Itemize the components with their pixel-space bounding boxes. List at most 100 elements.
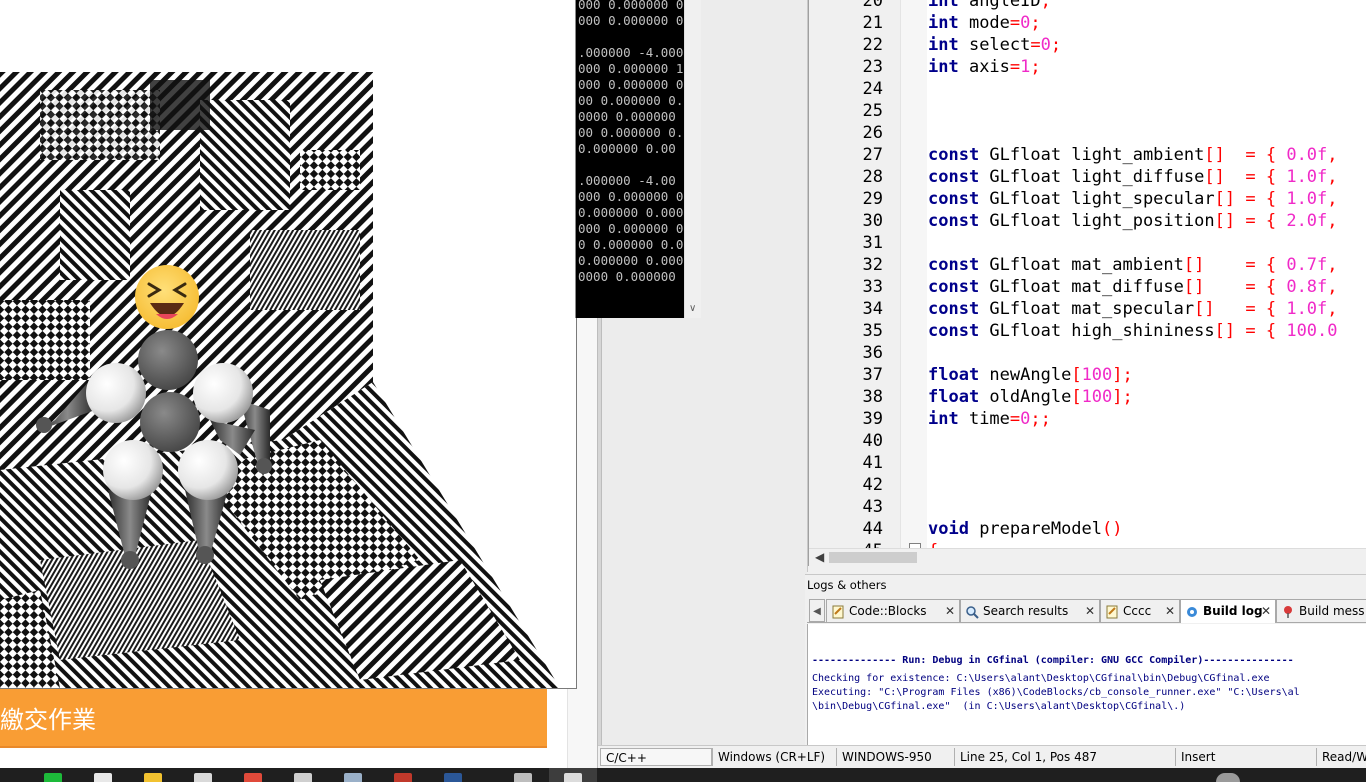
tab-search-results[interactable]: Search results ✕ [960,599,1100,622]
chrome-icon[interactable] [244,773,262,782]
code-token: 0.0f [1286,145,1328,165]
code-token: 100.0 [1286,321,1338,341]
status-line-endings: Windows (CR+LF) [712,748,836,766]
document-icon[interactable] [344,773,362,782]
code-line[interactable]: 27 const GLfloat light_ambient[] = { 0.0f… [809,144,1366,166]
settings-icon[interactable] [294,773,312,782]
word-icon[interactable] [444,773,462,782]
close-icon[interactable]: ✕ [945,600,955,622]
code-text: const GLfloat light_position[] = { 2.0f, [928,210,1338,232]
code-line[interactable]: 20 int angleID; [809,0,1366,12]
tab-build-mess[interactable]: Build mess [1276,599,1366,622]
code-line[interactable]: 34 const GLfloat mat_specular[] = { 1.0f, [809,298,1366,320]
line-number: 44 [862,519,883,539]
code-line[interactable]: 31 [809,232,1366,254]
code-text: const GLfloat mat_ambient[] = { 0.7f, [928,254,1338,276]
submit-homework-banner[interactable]: 繳交作業 [0,688,547,748]
tray-icon[interactable] [1216,773,1240,782]
code-token: 0.8f [1286,277,1328,297]
code-line[interactable]: 38 float oldAngle[100]; [809,386,1366,408]
code-line[interactable]: 41 [809,452,1366,474]
close-icon[interactable]: ✕ [1085,600,1095,622]
tab-label: Cccc [1123,604,1152,618]
app-icon[interactable] [514,773,532,782]
folder-icon[interactable] [144,773,162,782]
code-line[interactable]: 30 const GLfloat light_position[] = { 2.0… [809,210,1366,232]
code-editor[interactable]: 20 int angleID; 21 int mode=0; 22 int select=… [808,0,1366,566]
status-access: Read/Wr [1316,748,1366,766]
code-line[interactable]: 37 float newAngle[100]; [809,364,1366,386]
code-token: int [928,35,959,55]
code-token: { [1265,299,1277,319]
code-token: [] [1214,211,1236,231]
code-line[interactable]: 32 const GLfloat mat_ambient[] = { 0.7f, [809,254,1366,276]
code-text: const GLfloat mat_diffuse[] = { 0.8f, [928,276,1338,298]
ide-splitter[interactable] [798,0,808,572]
explorer-icon[interactable] [94,773,112,782]
code-line[interactable]: 44 void prepareModel() [809,518,1366,540]
code-line[interactable]: 39 int time=0;; [809,408,1366,430]
close-icon[interactable]: ✕ [1165,600,1175,622]
code-line[interactable]: 26 [809,122,1366,144]
code-line[interactable]: 33 const GLfloat mat_diffuse[] = { 0.8f, [809,276,1366,298]
code-line[interactable]: 21 int mode=0; [809,12,1366,34]
code-line[interactable]: 22 int select=0; [809,34,1366,56]
line-number: 32 [862,255,883,275]
console-line: 0000 0.000000 0.00000 [578,109,684,124]
code-line[interactable]: 43 [809,496,1366,518]
tab-scroll-left-icon[interactable]: ◀ [809,599,825,622]
code-line[interactable]: 28 const GLfloat light_diffuse[] = { 1.0f… [809,166,1366,188]
code-token: newAngle [979,365,1072,385]
line-app-icon[interactable] [44,773,62,782]
line-number: 31 [862,233,883,253]
opengl-render-window[interactable] [0,0,577,689]
status-cursor-position: Line 25, Col 1, Pos 487 [954,748,1175,766]
code-token: ]; [1112,387,1133,407]
close-icon[interactable]: ✕ [1261,600,1271,622]
code-token: = [1009,13,1021,33]
tab-cccc[interactable]: Cccc ✕ [1100,599,1180,622]
code-text: const GLfloat light_ambient[] = { 0.0f, [928,144,1338,166]
code-token: = [1030,35,1041,55]
scroll-down-icon[interactable]: ∨ [689,303,696,314]
code-token: GLfloat high_shininess [979,321,1215,341]
console-window[interactable]: 000 0.000000 0000 0.000000 0.00 .000000 … [575,0,701,318]
code-line[interactable]: 23 int axis=1; [809,56,1366,78]
code-line[interactable]: 36 [809,342,1366,364]
console-scrollbar[interactable]: ∨ [684,0,701,318]
notepad-icon[interactable] [194,773,212,782]
code-token: = [1009,57,1021,77]
code-token: { [1265,255,1277,275]
active-window-icon[interactable] [564,773,582,782]
code-line[interactable]: 42 [809,474,1366,496]
line-number: 29 [862,189,883,209]
code-line[interactable]: 40 [809,430,1366,452]
build-log-text: -------------- Run: Debug in CGfinal (co… [812,654,1300,714]
scroll-left-icon[interactable]: ◀ [815,550,824,564]
line-number: 36 [862,343,883,363]
console-line: 00 0.000000 0. [578,93,684,108]
build-log-output[interactable]: -------------- Run: Debug in CGfinal (co… [807,624,1366,746]
winrar-icon[interactable] [394,773,412,782]
editor-horizontal-scrollbar[interactable]: ◀ [809,548,1366,566]
code-line[interactable]: 24 [809,78,1366,100]
code-line[interactable]: 25 [809,100,1366,122]
code-line[interactable]: 35 const GLfloat high_shininess[] = { 100… [809,320,1366,342]
code-line[interactable]: 29 const GLfloat light_specular[] = { 1.0… [809,188,1366,210]
line-number: 24 [862,79,883,99]
scrollbar-thumb[interactable] [829,552,917,563]
console-output: 000 0.000000 0000 0.000000 0.00 .000000 … [576,0,684,318]
code-token: GLfloat mat_diffuse [979,277,1184,297]
tab-code-blocks[interactable]: Code::Blocks ✕ [826,599,960,622]
line-number: 20 [862,0,883,11]
code-token: [] [1194,299,1215,319]
tab-build-log[interactable]: Build log ✕ [1180,599,1276,623]
code-text: int select=0; [928,34,1061,56]
